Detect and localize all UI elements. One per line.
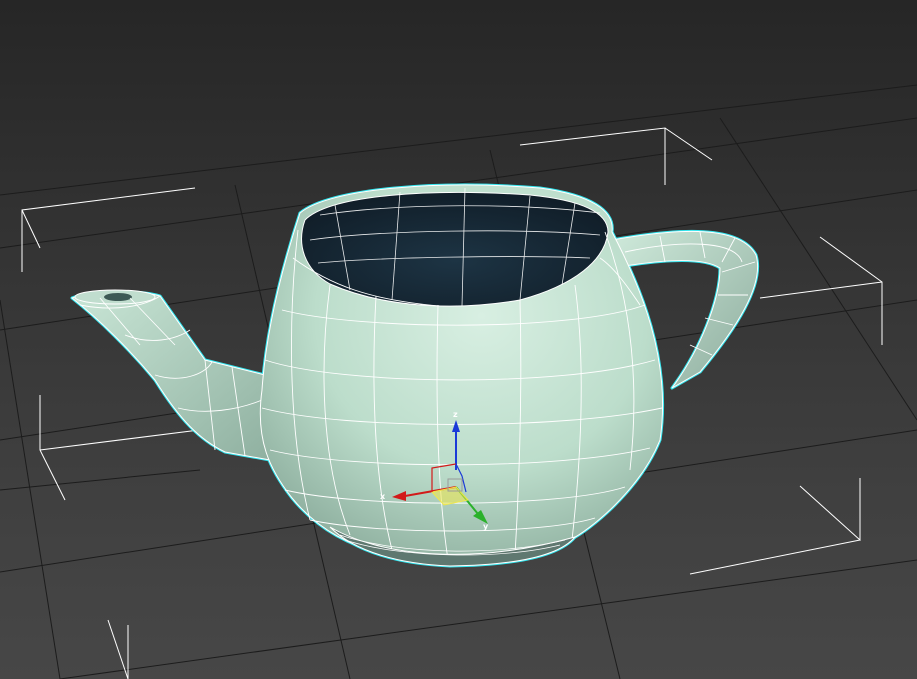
gizmo-y-label: y (483, 522, 489, 531)
spout-hole (104, 293, 132, 301)
viewport-scene[interactable]: z x y (0, 0, 917, 679)
teapot-mesh[interactable] (70, 183, 759, 568)
teapot-spout (71, 291, 271, 461)
viewport-perspective[interactable]: z x y (0, 0, 917, 679)
gizmo-x-label: x (380, 492, 386, 501)
gizmo-z-label: z (453, 410, 458, 419)
